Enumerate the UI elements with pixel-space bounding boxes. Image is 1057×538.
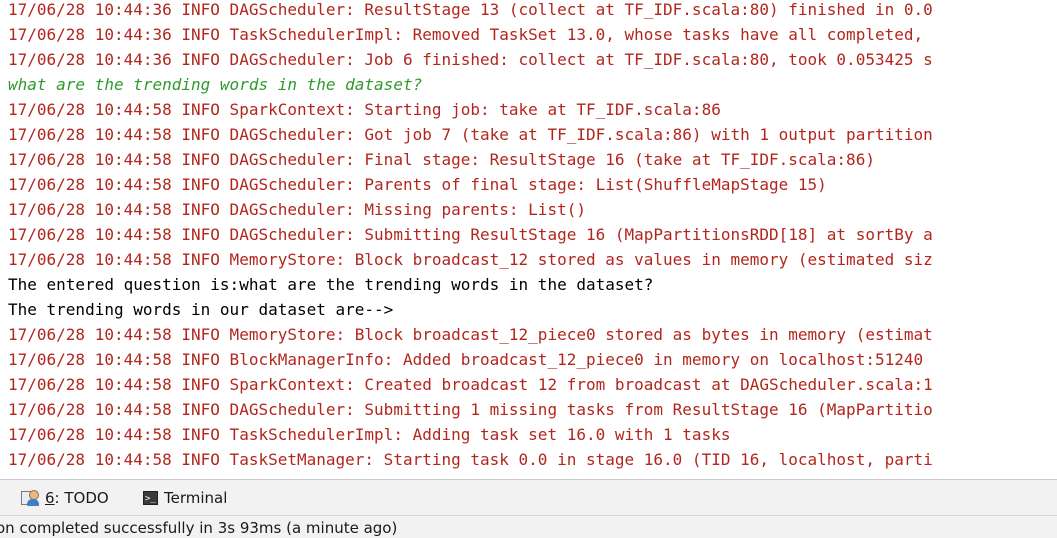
console-log-line: 17/06/28 10:44:58 INFO TaskSchedulerImpl…	[8, 425, 731, 444]
console-output-line: The entered question is:what are the tre…	[8, 275, 654, 294]
todo-tab-label: : TODO	[54, 489, 109, 507]
console-log-line: 17/06/28 10:44:36 INFO DAGScheduler: Job…	[8, 50, 933, 69]
todo-tab[interactable]: 6: TODO	[21, 487, 109, 509]
console-output-line: The trending words in our dataset are-->	[8, 300, 394, 319]
console-log-line: 17/06/28 10:44:58 INFO DAGScheduler: Fin…	[8, 150, 875, 169]
console-log-line: 17/06/28 10:44:36 INFO DAGScheduler: Res…	[8, 0, 933, 19]
console-log-line: 17/06/28 10:44:58 INFO MemoryStore: Bloc…	[8, 250, 933, 269]
console-log-line: 17/06/28 10:44:58 INFO TaskSetManager: S…	[8, 450, 933, 469]
console-log-line: 17/06/28 10:44:58 INFO DAGScheduler: Got…	[8, 125, 933, 144]
status-bar: on completed successfully in 3s 93ms (a …	[0, 515, 1057, 538]
console-log-line: 17/06/28 10:44:58 INFO DAGScheduler: Mis…	[8, 200, 586, 219]
console-log-line: 17/06/28 10:44:58 INFO SparkContext: Sta…	[8, 100, 721, 119]
console-log-line: 17/06/28 10:44:58 INFO DAGScheduler: Sub…	[8, 225, 933, 244]
tool-window-strip: 6: TODO >_ Terminal	[0, 479, 1057, 516]
console-user-input-line: what are the trending words in the datas…	[8, 75, 423, 94]
terminal-icon: >_	[143, 491, 158, 505]
console-log-line: 17/06/28 10:44:58 INFO BlockManagerInfo:…	[8, 350, 924, 369]
console-log-line: 17/06/28 10:44:58 INFO DAGScheduler: Sub…	[8, 400, 933, 419]
status-message: on completed successfully in 3s 93ms (a …	[0, 519, 398, 537]
todo-tab-number: 6	[45, 489, 55, 507]
terminal-tab-label: Terminal	[164, 489, 228, 507]
terminal-tab[interactable]: >_ Terminal	[143, 487, 227, 509]
console-log-line: 17/06/28 10:44:58 INFO DAGScheduler: Par…	[8, 175, 827, 194]
run-console-output[interactable]: 17/06/28 10:44:36 INFO DAGScheduler: Res…	[0, 0, 1057, 479]
console-log-line: 17/06/28 10:44:58 INFO SparkContext: Cre…	[8, 375, 933, 394]
console-log-line: 17/06/28 10:44:58 INFO MemoryStore: Bloc…	[8, 325, 933, 344]
console-log-line: 17/06/28 10:44:36 INFO TaskSchedulerImpl…	[8, 25, 924, 44]
todo-user-icon	[21, 489, 39, 507]
